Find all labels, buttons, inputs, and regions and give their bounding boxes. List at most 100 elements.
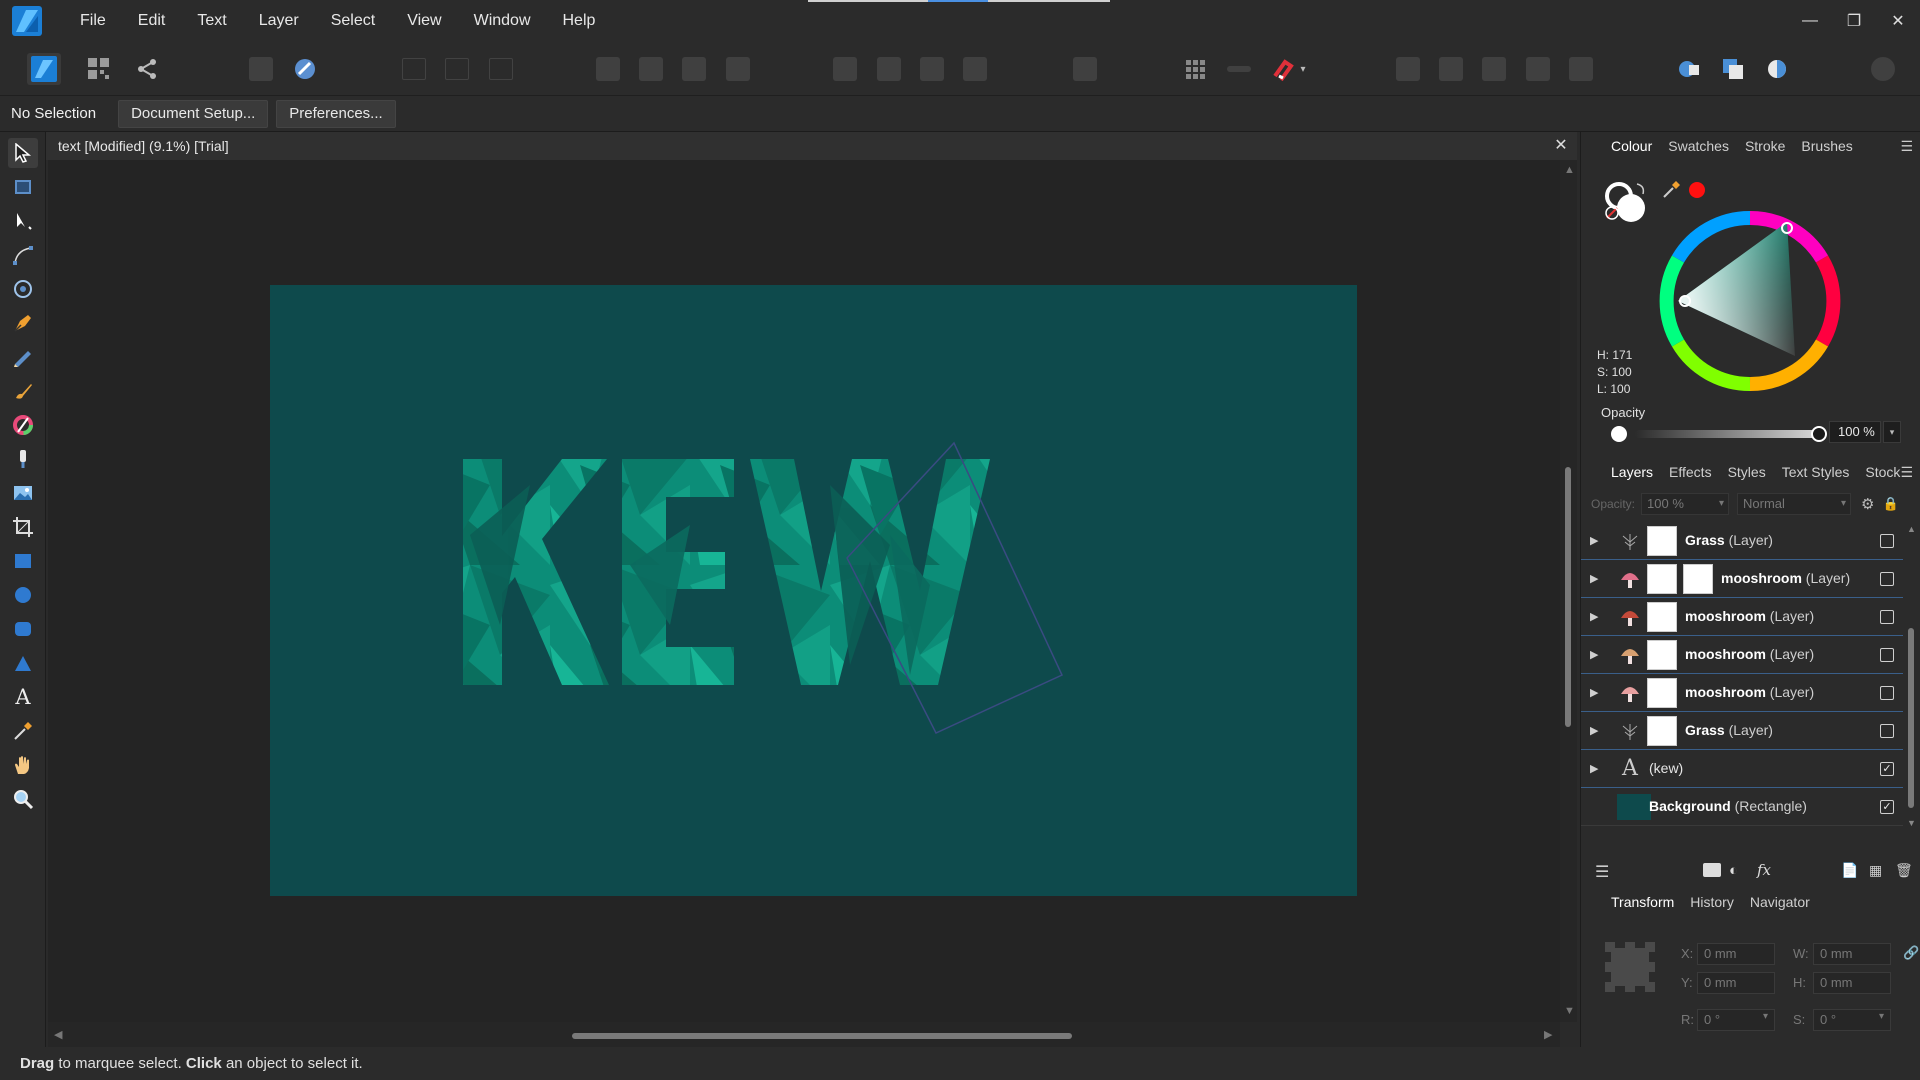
layer-visibility-checkbox[interactable]: ✓: [1880, 762, 1894, 776]
zoom-tool-icon[interactable]: [8, 784, 38, 814]
layers-scroll-up-icon[interactable]: ▲: [1907, 524, 1916, 534]
close-document-icon[interactable]: ✕: [1551, 136, 1571, 156]
layer-visibility-checkbox[interactable]: [1880, 724, 1894, 738]
pencil-tool-icon[interactable]: [8, 342, 38, 372]
expand-icon[interactable]: ▶: [1590, 762, 1598, 775]
scroll-left-icon[interactable]: ◀: [54, 1028, 62, 1041]
rotate-right-icon[interactable]: [958, 53, 992, 85]
link-proportions-icon[interactable]: 🔗: [1903, 945, 1919, 961]
snapping-object-icon[interactable]: [484, 53, 518, 85]
fx-icon[interactable]: fx: [1757, 861, 1771, 879]
menu-select[interactable]: Select: [315, 0, 391, 42]
expand-icon[interactable]: ▶: [1590, 648, 1598, 661]
layers-scroll-thumb[interactable]: [1908, 628, 1914, 808]
corner-tool-icon[interactable]: [8, 274, 38, 304]
order-front-icon[interactable]: [721, 53, 755, 85]
menu-window[interactable]: Window: [458, 0, 547, 42]
boolean-subtract-icon[interactable]: [1434, 53, 1468, 85]
opacity-input[interactable]: 100 %: [1829, 421, 1881, 443]
restore-icon[interactable]: ❐: [1832, 0, 1876, 42]
ellipse-tool-icon[interactable]: [8, 580, 38, 610]
layer-row-kew-text[interactable]: ▶ A (kew) ✓: [1581, 750, 1903, 788]
fill-stroke-swatch-icon[interactable]: [1603, 180, 1651, 226]
artistic-text-tool-icon[interactable]: A: [8, 682, 38, 712]
view-hand-tool-icon[interactable]: [8, 750, 38, 780]
pen-tool-icon[interactable]: [8, 308, 38, 338]
color-picker-tool-icon[interactable]: [8, 716, 38, 746]
scroll-up-icon[interactable]: ▲: [1564, 164, 1575, 176]
layer-opacity-select[interactable]: 100 %: [1641, 493, 1730, 515]
layer-settings-gear-icon[interactable]: ⚙: [1861, 495, 1874, 513]
tab-navigator[interactable]: Navigator: [1750, 894, 1810, 910]
move-tool-icon[interactable]: [8, 138, 38, 168]
menu-edit[interactable]: Edit: [122, 0, 182, 42]
shear-dropdown-icon[interactable]: ▾: [1879, 1011, 1884, 1022]
snapping-dropdown-icon[interactable]: ▾: [1296, 53, 1310, 85]
layer-visibility-checkbox[interactable]: [1880, 610, 1894, 624]
layer-visibility-checkbox[interactable]: ✓: [1880, 800, 1894, 814]
x-input[interactable]: 0 mm: [1697, 943, 1775, 965]
place-image-tool-icon[interactable]: [8, 478, 38, 508]
assistant-icon[interactable]: [244, 53, 278, 85]
h-input[interactable]: 0 mm: [1813, 972, 1891, 994]
rectangle-tool-icon[interactable]: [8, 546, 38, 576]
snapping-magnet-icon[interactable]: [1265, 53, 1299, 85]
opacity-dropdown-icon[interactable]: ▾: [1883, 421, 1901, 443]
crop-tool-icon[interactable]: [8, 512, 38, 542]
w-input[interactable]: 0 mm: [1813, 943, 1891, 965]
scroll-right-icon[interactable]: ▶: [1544, 1028, 1552, 1041]
flip-vertical-icon[interactable]: [872, 53, 906, 85]
artboard[interactable]: [270, 285, 1357, 896]
close-window-icon[interactable]: ✕: [1876, 0, 1920, 42]
grid-icon[interactable]: [1178, 53, 1212, 85]
layer-visibility-checkbox[interactable]: [1880, 686, 1894, 700]
tab-effects[interactable]: Effects: [1669, 464, 1712, 480]
affinity-designer-logo-icon[interactable]: [12, 6, 42, 36]
point-transform-tool-icon[interactable]: [8, 240, 38, 270]
tab-colour[interactable]: Colour: [1611, 138, 1652, 154]
triangle-tool-icon[interactable]: [8, 648, 38, 678]
expand-icon[interactable]: ▶: [1590, 572, 1598, 585]
layer-row-grass[interactable]: ▶ Grass (Layer): [1581, 712, 1903, 750]
designer-persona-icon[interactable]: [27, 53, 61, 85]
boolean-add-icon[interactable]: [1391, 53, 1425, 85]
canvas[interactable]: [48, 160, 1560, 1022]
tab-brushes[interactable]: Brushes: [1801, 138, 1852, 154]
colour-wheel[interactable]: [1657, 208, 1843, 394]
layer-row-mooshroom[interactable]: ▶ mooshroom (Layer): [1581, 674, 1903, 712]
snapping-toggle-icon[interactable]: [1222, 53, 1256, 85]
expand-icon[interactable]: ▶: [1590, 610, 1598, 623]
insert-behind-icon[interactable]: [1716, 53, 1750, 85]
layer-row-background[interactable]: Background (Rectangle) ✓: [1581, 788, 1903, 826]
artboard-tool-icon[interactable]: [8, 172, 38, 202]
minimize-icon[interactable]: —: [1788, 0, 1832, 42]
account-icon[interactable]: [1866, 53, 1900, 85]
node-tool-icon[interactable]: [8, 206, 38, 236]
menu-layer[interactable]: Layer: [243, 0, 315, 42]
order-backward-icon[interactable]: [634, 53, 668, 85]
picked-colour-swatch[interactable]: [1689, 182, 1705, 198]
add-pixel-layer-icon[interactable]: ▦: [1869, 862, 1882, 879]
layers-stack-icon[interactable]: ☰: [1595, 862, 1609, 882]
preferences-button[interactable]: Preferences...: [276, 99, 396, 128]
tab-swatches[interactable]: Swatches: [1668, 138, 1729, 154]
document-tab[interactable]: text [Modified] (9.1%) [Trial] ✕: [46, 132, 1577, 160]
order-back-icon[interactable]: [591, 53, 625, 85]
layer-visibility-checkbox[interactable]: [1880, 534, 1894, 548]
tab-text-styles[interactable]: Text Styles: [1782, 464, 1850, 480]
force-pixel-icon[interactable]: [288, 53, 322, 85]
document-setup-button[interactable]: Document Setup...: [118, 99, 269, 128]
y-input[interactable]: 0 mm: [1697, 972, 1775, 994]
adjustment-icon[interactable]: ◐: [1729, 862, 1738, 879]
vertical-scrollbar[interactable]: ▲ ▼: [1560, 160, 1577, 1022]
layer-lock-icon[interactable]: 🔒: [1882, 496, 1898, 512]
mask-layer-icon[interactable]: [1703, 863, 1721, 877]
rotation-dropdown-icon[interactable]: ▾: [1763, 1011, 1768, 1022]
rounded-rectangle-tool-icon[interactable]: [8, 614, 38, 644]
eyedropper-icon[interactable]: [1661, 180, 1681, 200]
insert-inside-icon[interactable]: [1672, 53, 1706, 85]
tab-transform[interactable]: Transform: [1611, 894, 1674, 910]
layer-row-mooshroom[interactable]: ▶ mooshroom (Layer): [1581, 598, 1903, 636]
menu-text[interactable]: Text: [181, 0, 242, 42]
expand-icon[interactable]: ▶: [1590, 724, 1598, 737]
